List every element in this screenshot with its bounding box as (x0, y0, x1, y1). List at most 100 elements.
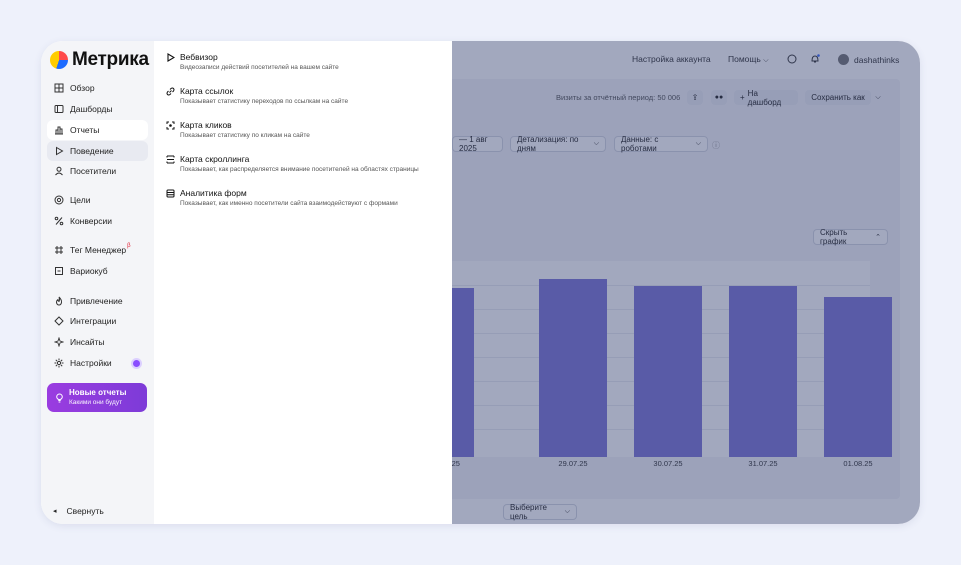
sidebar-item-tag-manager[interactable]: Тег Менеджер β (47, 240, 148, 260)
click-icon (165, 120, 175, 130)
user-menu[interactable]: dashathinks (838, 54, 899, 65)
goal-select[interactable]: Выберите цель ⌵ (503, 503, 577, 521)
chart-bar[interactable] (452, 288, 474, 457)
new-reports-promo[interactable]: Новые отчеты Какими они будут (47, 383, 147, 412)
plus-icon: + (740, 93, 745, 102)
avatar (838, 54, 849, 65)
logo[interactable]: Метрика (50, 49, 149, 71)
sidebar-item-settings[interactable]: Настройки (47, 353, 148, 373)
tag-icon (53, 244, 65, 256)
data-select[interactable]: Данные: с роботами ⌵ (614, 135, 708, 153)
sidebar-item-label: Интеграции (70, 316, 117, 326)
percent-icon (53, 215, 65, 227)
sidebar-item-label: Поведение (70, 146, 114, 156)
sidebar-item-label: Отчеты (70, 125, 100, 135)
user-icon (53, 165, 65, 177)
menu-item-desc: Видеозаписи действий посетителей на ваше… (180, 64, 339, 71)
sidebar-item-label: Привлечение (70, 296, 123, 306)
notification-dot (133, 359, 140, 367)
chart-area (452, 261, 892, 457)
toggle-chart-button[interactable]: Скрыть график ⌃ (813, 228, 888, 246)
app-window: Настройка аккаунта Помощь ⌵ dashathinks … (41, 41, 920, 524)
save-as-button[interactable]: Сохранить как (805, 90, 871, 105)
chevron-up-icon: ⌃ (875, 234, 881, 241)
link-icon (165, 86, 175, 96)
share-icon: ⇪ (691, 93, 699, 102)
add-to-dashboard-button[interactable]: + На дашборд (734, 89, 798, 107)
chevron-down-icon: ⌵ (763, 57, 769, 64)
dashboard-icon (53, 103, 65, 115)
chat-icon[interactable] (787, 54, 797, 66)
menu-item-desc: Показывает, как распределяется внимание … (180, 166, 419, 173)
sidebar-item-label: Цели (70, 195, 91, 205)
promo-title: Новые отчеты (69, 388, 127, 397)
chevron-down-icon: ⌵ (695, 140, 701, 147)
menu-item-title: Карта ссылок (180, 86, 234, 96)
menu-item-desc: Показывает, как именно посетители сайта … (180, 200, 398, 207)
sidebar-item-insights[interactable]: Инсайты (47, 332, 148, 352)
menu-item-click-map[interactable]: Карта кликов Показывает статистику по кл… (165, 120, 445, 139)
flame-icon (53, 295, 65, 307)
menu-item-form-analytics[interactable]: Аналитика форм Показывает, как именно по… (165, 188, 445, 207)
target-icon (53, 194, 65, 206)
sidebar-item-label: Инсайты (70, 337, 105, 347)
play-icon (165, 52, 175, 62)
sidebar-item-variocube[interactable]: Вариокуб (47, 261, 148, 281)
puzzle-icon (53, 315, 65, 327)
lightbulb-icon (53, 393, 65, 403)
menu-item-webvisor[interactable]: Вебвизор Видеозаписи действий посетителе… (165, 52, 445, 71)
detail-select[interactable]: Детализация: по дням ⌵ (510, 135, 606, 153)
x-tick-label: 29.07.25 (558, 459, 588, 468)
sidebar-item-conversions[interactable]: Конверсии (47, 211, 148, 231)
gear-icon (53, 357, 65, 369)
play-icon (53, 145, 65, 157)
bell-icon[interactable] (810, 54, 820, 66)
sidebar-item-overview[interactable]: Обзор (47, 78, 148, 98)
account-settings-link[interactable]: Настройка аккаунта (632, 54, 711, 64)
grid-icon (53, 82, 65, 94)
segments-icon: ●● (714, 94, 724, 101)
menu-item-link-map[interactable]: Карта ссылок Показывает статистику перех… (165, 86, 445, 105)
menu-item-scroll-map[interactable]: Карта скроллинга Показывает, как распред… (165, 154, 445, 173)
x-tick-label: 01.08.25 (843, 459, 873, 468)
chart-bar[interactable] (539, 279, 607, 457)
reports-icon (53, 124, 65, 136)
chart-bar[interactable] (729, 286, 797, 457)
sidebar-item-integrations[interactable]: Интеграции (47, 311, 148, 331)
sidebar-item-reports[interactable]: Отчеты (47, 120, 148, 140)
x-tick-label: 30.07.25 (653, 459, 683, 468)
collapse-sidebar-button[interactable]: ◂ Свернуть (53, 506, 104, 516)
sidebar-item-label: Вариокуб (70, 266, 108, 276)
chart-bar[interactable] (824, 297, 892, 457)
sidebar-item-label: Настройки (70, 358, 112, 368)
sidebar-item-label: Тег Менеджер (70, 245, 127, 255)
menu-item-title: Карта скроллинга (180, 154, 250, 164)
help-menu[interactable]: Помощь ⌵ (728, 54, 769, 65)
sidebar-item-behavior[interactable]: Поведение (47, 141, 148, 161)
menu-item-desc: Показывает статистику переходов по ссылк… (180, 98, 349, 105)
beta-badge: β (127, 243, 131, 249)
sidebar-item-dashboards[interactable]: Дашборды (47, 99, 148, 119)
date-range-picker[interactable]: — 1 авг 2025 (452, 135, 503, 153)
form-icon (165, 188, 175, 198)
sidebar-item-goals[interactable]: Цели (47, 190, 148, 210)
username: dashathinks (854, 54, 900, 65)
arrow-left-icon: ◂ (53, 508, 57, 515)
sidebar-item-acquisition[interactable]: Привлечение (47, 291, 148, 311)
chart-bar[interactable] (634, 286, 702, 457)
behavior-submenu: Вебвизор Видеозаписи действий посетителе… (154, 41, 452, 524)
cube-icon (53, 265, 65, 277)
compare-button[interactable]: ●● (711, 90, 727, 105)
sidebar-item-label: Дашборды (70, 104, 113, 114)
chevron-down-icon: ⌵ (564, 508, 570, 515)
chevron-down-icon: ⌵ (593, 140, 599, 147)
info-icon[interactable]: ⓘ (712, 140, 720, 151)
save-options-button[interactable]: ⌵ (869, 90, 887, 105)
metrika-logo-icon (50, 51, 68, 69)
menu-item-title: Аналитика форм (180, 188, 247, 198)
sidebar-item-label: Конверсии (70, 216, 112, 226)
promo-subtitle: Какими они будут (69, 399, 123, 406)
sidebar-item-visitors[interactable]: Посетители (47, 161, 148, 181)
menu-item-desc: Показывает статистику по кликам на сайте (180, 132, 310, 139)
share-button[interactable]: ⇪ (687, 90, 703, 105)
